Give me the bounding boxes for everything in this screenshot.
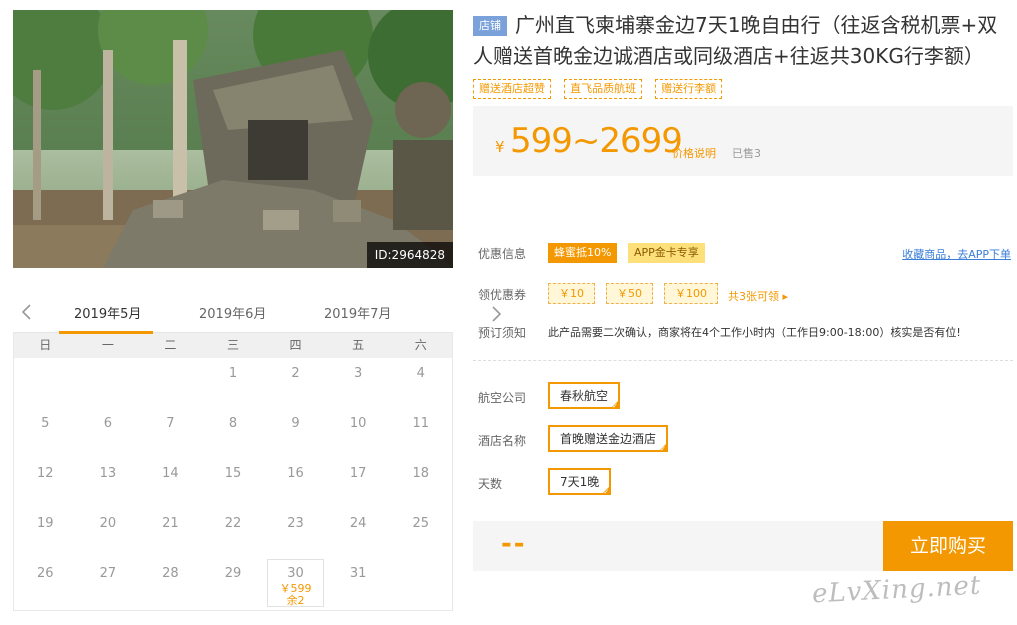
day-cell: 31 [349, 566, 367, 581]
airline-option[interactable]: 春秋航空 ✓ [548, 382, 621, 410]
photo-id-label: ID:2964828 [366, 242, 453, 268]
day-cell: 21 [162, 516, 179, 531]
booking-notice-label: 预订须知 [478, 326, 527, 340]
day-cell: 25 [412, 516, 429, 531]
month-tab-june[interactable]: 2019年6月 [199, 303, 266, 322]
all-coupons-link[interactable]: 共3张可领 ▸ [728, 288, 788, 304]
day-cell [139, 358, 202, 408]
active-month-underline [59, 331, 153, 334]
day-cell [389, 558, 452, 608]
next-month-arrow-icon[interactable] [486, 303, 1017, 325]
month-tab-may[interactable]: 2019年5月 [74, 303, 141, 322]
day-cell: 13 [99, 466, 117, 481]
honey-discount-badge: 蜂蜜抵10% [548, 243, 618, 263]
total-price-placeholder: -- [501, 529, 527, 559]
calendar-day-grid: 1 2 3 4 5 6 7 8 9 10 11 12 13 14 15 16 1… [13, 358, 453, 611]
day-cell: 23 [287, 516, 304, 531]
weekday-label: 四 [289, 338, 302, 352]
days-option-label: 7天1晚 [560, 475, 600, 489]
available-day-number: 30 [287, 566, 304, 581]
price-explain-link[interactable]: 价格说明 [672, 145, 716, 161]
weekday-label: 五 [352, 338, 365, 352]
day-cell: 20 [99, 516, 117, 531]
day-cell: 14 [162, 466, 179, 481]
weekday-label: 日 [39, 338, 52, 352]
available-day-cell[interactable]: 30 ￥599 余2 [267, 559, 324, 607]
price-range: 599~2699 [510, 121, 683, 161]
price-panel: ¥ 599~2699 价格说明 已售3 [473, 106, 1013, 176]
buy-now-button[interactable]: 立即购买 [883, 521, 1013, 571]
prev-month-arrow-icon[interactable] [17, 301, 37, 323]
check-icon: ✓ [612, 402, 619, 410]
day-cell: 24 [349, 516, 367, 531]
coupon-50[interactable]: ￥50 [606, 283, 653, 304]
day-cell: 11 [412, 416, 429, 431]
day-cell: 15 [224, 466, 242, 481]
month-tab-july[interactable]: 2019年7月 [324, 303, 391, 322]
weekday-label: 二 [164, 338, 177, 352]
airline-option-label: 春秋航空 [560, 389, 609, 403]
hotel-option[interactable]: 首晚赠送金边酒店 ✓ [548, 425, 669, 453]
purchase-bar: -- 立即购买 [473, 521, 1013, 571]
day-cell [14, 358, 77, 408]
feature-tag: 赠送行李额 [655, 79, 723, 99]
day-cell: 22 [224, 516, 242, 531]
product-photo[interactable]: ID:2964828 [13, 10, 453, 268]
weekday-label: 三 [226, 338, 239, 352]
weekday-label: 六 [414, 338, 427, 352]
hotel-option-label: 首晚赠送金边酒店 [560, 432, 657, 446]
feature-tags: 赠送酒店超赞 直飞品质航班 赠送行李额 [473, 77, 1013, 99]
day-cell: 6 [103, 416, 112, 431]
product-title: 广州直飞柬埔寨金边7天1晚自由行（往返含税机票+双人赠送首晚金边诚酒店或同级酒店… [473, 13, 998, 68]
day-cell: 1 [228, 366, 238, 381]
check-icon: ✓ [603, 488, 610, 496]
airline-label: 航空公司 [478, 391, 527, 405]
day-cell: 7 [166, 416, 175, 431]
day-cell: 9 [291, 416, 300, 431]
favorite-go-app-link[interactable]: 收藏商品，去APP下单 [902, 246, 1011, 262]
site-watermark: eLvXing.net [811, 570, 983, 610]
feature-tag: 直飞品质航班 [564, 79, 643, 99]
day-cell: 17 [349, 466, 367, 481]
day-remaining-stock: 余2 [286, 594, 305, 607]
day-cell: 4 [416, 366, 425, 381]
coupon-100[interactable]: ￥100 [664, 283, 718, 304]
day-cell: 8 [228, 416, 238, 431]
weekday-header: 日 一 二 三 四 五 六 [13, 333, 453, 358]
feature-tag: 赠送酒店超赞 [473, 79, 551, 99]
currency-symbol: ¥ [495, 138, 505, 156]
days-option[interactable]: 7天1晚 ✓ [548, 468, 612, 496]
coupon-10[interactable]: ￥10 [548, 283, 595, 304]
day-cell: 19 [37, 516, 54, 531]
promo-label: 优惠信息 [478, 247, 527, 261]
booking-notice-text: 此产品需要二次确认，商家将在4个工作小时内（工作日9:00-18:00）核实是否… [548, 326, 961, 339]
day-cell: 3 [353, 366, 363, 381]
day-cell: 16 [287, 466, 304, 481]
day-cell: 12 [37, 466, 54, 481]
coupon-label: 领优惠券 [478, 288, 527, 302]
app-gold-card-badge: APP金卡专享 [628, 243, 705, 263]
temple-ruins-image [13, 10, 453, 268]
day-cell: 10 [349, 416, 367, 431]
section-divider [473, 360, 1013, 361]
day-cell [77, 358, 140, 408]
day-cell: 28 [162, 566, 179, 581]
calendar-month-nav: 2019年5月 2019年6月 2019年7月 [13, 293, 502, 334]
shop-tag-badge: 店铺 [473, 16, 507, 36]
day-cell: 2 [291, 366, 300, 381]
product-info-panel: 店铺 广州直飞柬埔寨金边7天1晚自由行（往返含税机票+双人赠送首晚金边诚酒店或同级… [473, 10, 1013, 571]
day-cell: 29 [224, 566, 242, 581]
day-cell: 18 [412, 466, 429, 481]
days-label: 天数 [478, 477, 503, 491]
weekday-label: 一 [101, 338, 114, 352]
check-icon: ✓ [660, 445, 667, 453]
day-cell: 26 [37, 566, 54, 581]
sold-count: 已售3 [732, 147, 761, 160]
hotel-label: 酒店名称 [478, 434, 527, 448]
product-title-block: 店铺 广州直飞柬埔寨金边7天1晚自由行（往返含税机票+双人赠送首晚金边诚酒店或同级… [473, 10, 1013, 72]
date-calendar: 2019年5月 2019年6月 2019年7月 日 一 二 三 四 五 六 1 … [13, 293, 502, 611]
day-cell: 5 [41, 416, 50, 431]
day-cell: 27 [99, 566, 117, 581]
